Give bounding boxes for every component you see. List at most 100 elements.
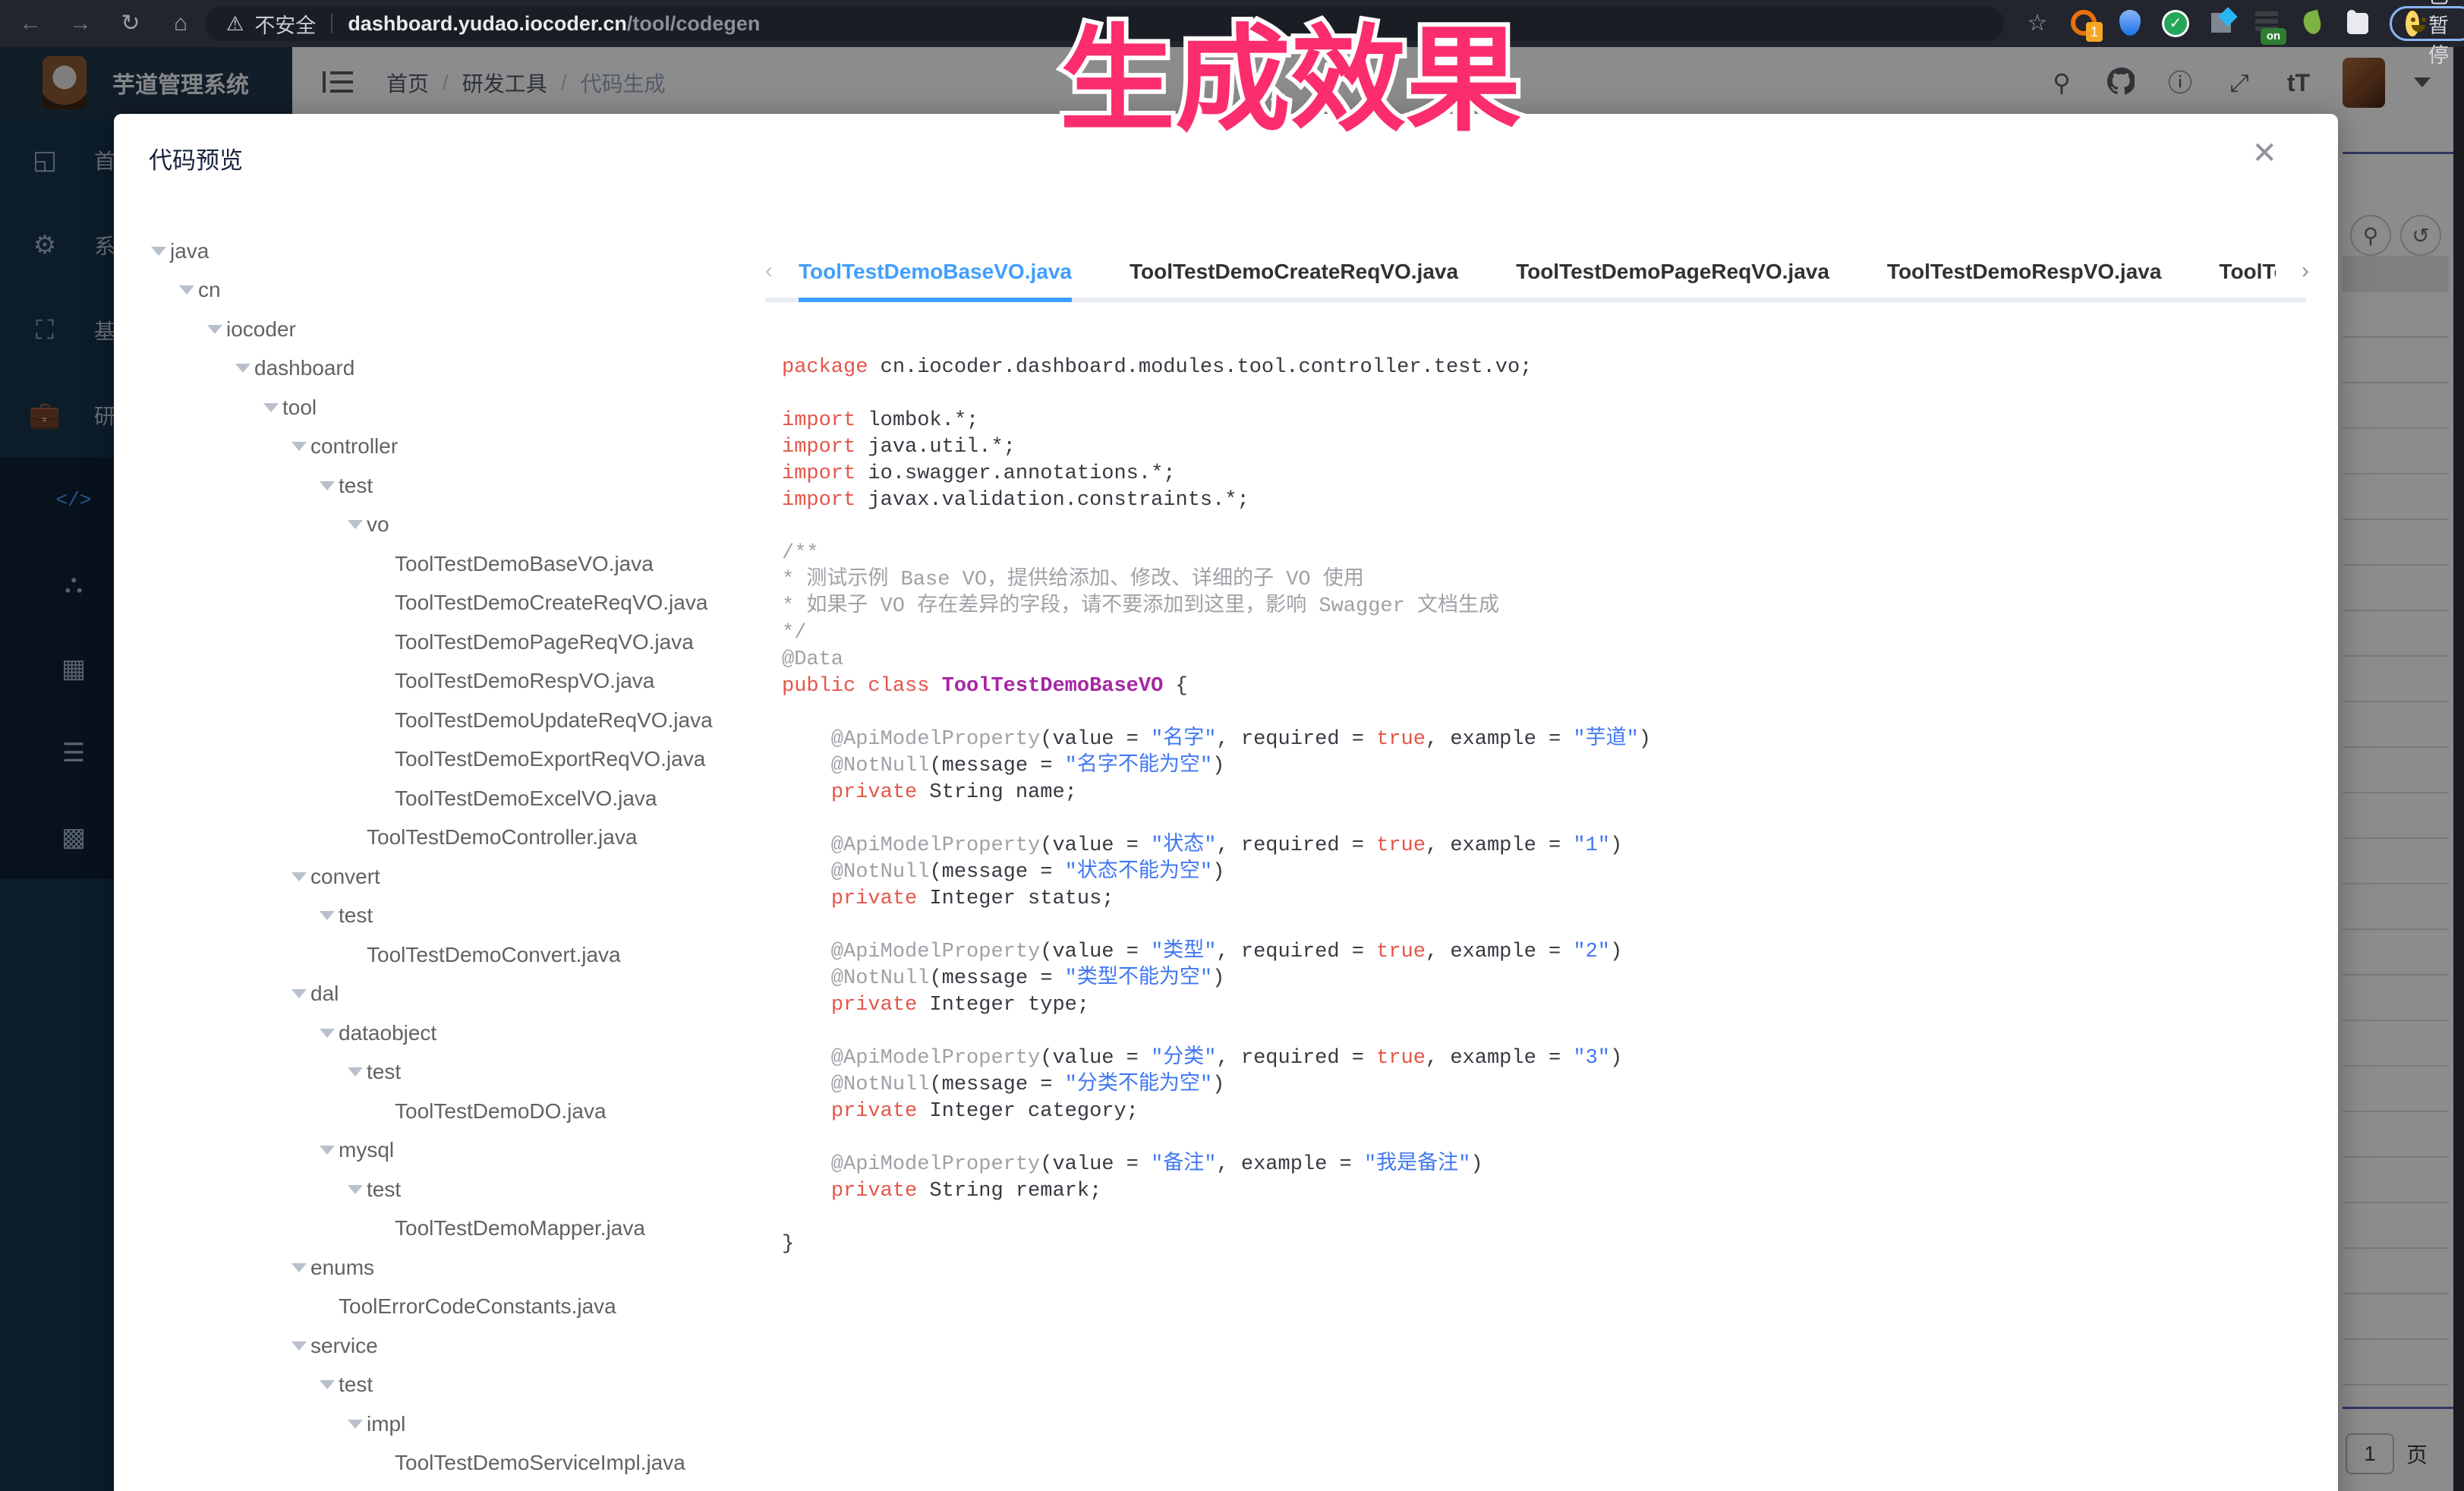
caret-down-icon[interactable] bbox=[232, 364, 254, 373]
tree-label: test bbox=[339, 1373, 373, 1397]
extension-orange-icon[interactable]: 1 bbox=[2071, 10, 2098, 37]
code-line: * 测试示例 Base VO，提供给添加、修改、详细的子 VO 使用 bbox=[782, 567, 2308, 594]
caret-down-icon[interactable] bbox=[260, 403, 282, 412]
tree-file[interactable]: ToolErrorCodeConstants.java bbox=[114, 1288, 767, 1327]
tree-folder[interactable]: vo bbox=[114, 506, 767, 545]
tree-file[interactable]: ToolTestDemoDO.java bbox=[114, 1092, 767, 1131]
caret-down-icon[interactable] bbox=[316, 481, 339, 490]
code-view[interactable]: package cn.iocoder.dashboard.modules.too… bbox=[782, 355, 2308, 1258]
back-icon[interactable]: ← bbox=[15, 8, 46, 39]
caret-down-icon[interactable] bbox=[316, 911, 339, 920]
tree-file[interactable]: ToolTestDemoBaseVO.java bbox=[114, 544, 767, 584]
tree-folder[interactable]: convert bbox=[114, 857, 767, 897]
extension-badge: 1 bbox=[2086, 22, 2103, 42]
forward-icon[interactable]: → bbox=[65, 8, 96, 39]
tree-folder[interactable]: impl bbox=[114, 1404, 767, 1444]
code-line: @ApiModelProperty(value = "类型", required… bbox=[782, 939, 2308, 966]
caret-down-icon[interactable] bbox=[147, 247, 170, 256]
caret-down-icon[interactable] bbox=[344, 1067, 367, 1076]
caret-down-icon[interactable] bbox=[175, 285, 198, 295]
extension-plant-icon[interactable] bbox=[2299, 10, 2326, 37]
caret-down-icon[interactable] bbox=[203, 325, 226, 334]
caret-down-icon[interactable] bbox=[288, 872, 310, 881]
extensions-puzzle-icon[interactable] bbox=[2344, 10, 2371, 37]
tree-label: ToolTestDemoController.java bbox=[367, 825, 637, 850]
tree-file[interactable]: ToolTestDemoRespVO.java bbox=[114, 662, 767, 701]
code-line: @ApiModelProperty(value = "备注", example … bbox=[782, 1152, 2308, 1178]
caret-down-icon[interactable] bbox=[316, 1380, 339, 1389]
tree-label: test bbox=[339, 903, 373, 928]
caret-down-icon[interactable] bbox=[288, 989, 310, 998]
code-line: @ApiModelProperty(value = "状态", required… bbox=[782, 833, 2308, 859]
tree-label: service bbox=[310, 1334, 378, 1358]
code-line: @ApiModelProperty(value = "分类", required… bbox=[782, 1045, 2308, 1072]
url-path[interactable]: /tool/codegen bbox=[627, 12, 761, 36]
tree-folder[interactable]: java bbox=[114, 232, 767, 271]
tree-folder[interactable]: cn bbox=[114, 271, 767, 310]
tab-ToolTestDemoPageReqVO.java[interactable]: ToolTestDemoPageReqVO.java bbox=[1516, 241, 1829, 302]
close-icon[interactable]: ✕ bbox=[2251, 138, 2277, 169]
home-icon[interactable]: ⌂ bbox=[165, 8, 196, 39]
active-tab-underline bbox=[799, 298, 1072, 302]
tree-folder[interactable]: tool bbox=[114, 388, 767, 427]
caret-down-icon[interactable] bbox=[344, 1420, 367, 1429]
tab-ToolTestDemoCreateReqVO.java[interactable]: ToolTestDemoCreateReqVO.java bbox=[1130, 241, 1458, 302]
caret-down-icon[interactable] bbox=[288, 1263, 310, 1272]
code-line: } bbox=[782, 1231, 2308, 1258]
tree-folder[interactable]: test bbox=[114, 897, 767, 936]
code-line: private String name; bbox=[782, 780, 2308, 806]
tree-folder[interactable]: iocoder bbox=[114, 310, 767, 349]
tree-file[interactable]: ToolTestDemoServiceImpl.java bbox=[114, 1444, 767, 1483]
tabs-scroll-left-icon[interactable]: ‹ bbox=[765, 258, 773, 284]
extension-list-on-icon[interactable]: on bbox=[2253, 10, 2280, 37]
code-line: private String remark; bbox=[782, 1178, 2308, 1205]
caret-down-icon[interactable] bbox=[316, 1146, 339, 1155]
code-line: private Integer category; bbox=[782, 1099, 2308, 1125]
file-tabs: ‹ › ToolTestDemoBaseVO.java ToolTestDemoC… bbox=[765, 241, 2306, 307]
tree-label: ToolTestDemoRespVO.java bbox=[395, 669, 654, 693]
tabs-scroll-right-icon[interactable]: › bbox=[2302, 258, 2309, 284]
tree-file[interactable]: ToolTestDemoPageReqVO.java bbox=[114, 623, 767, 662]
scrollbar[interactable] bbox=[2453, 47, 2464, 1491]
profile-paused-badge[interactable]: 已暂停 bbox=[2390, 6, 2464, 41]
tree-folder[interactable]: test bbox=[114, 1366, 767, 1405]
tree-label: test bbox=[367, 1060, 401, 1084]
security-label[interactable]: 不安全 bbox=[254, 9, 316, 39]
tab-ToolTestDemoUpdateReqVO.java[interactable]: ToolTestDemoUpdateReqVO.java bbox=[2219, 241, 2276, 302]
extension-diamond-icon[interactable] bbox=[2207, 10, 2235, 37]
tree-folder[interactable]: test bbox=[114, 466, 767, 506]
tree-file[interactable]: ToolTestDemoExcelVO.java bbox=[114, 779, 767, 818]
tab-ToolTestDemoBaseVO.java[interactable]: ToolTestDemoBaseVO.java bbox=[799, 241, 1072, 302]
tree-folder[interactable]: test bbox=[114, 1170, 767, 1209]
tree-folder[interactable]: dashboard bbox=[114, 349, 767, 389]
tree-folder[interactable]: dal bbox=[114, 975, 767, 1014]
tree-label: ToolTestDemoBaseVO.java bbox=[395, 552, 654, 576]
bookmark-star-icon[interactable]: ☆ bbox=[2022, 8, 2053, 39]
tree-label: ToolTestDemoMapper.java bbox=[395, 1216, 645, 1240]
tree-file[interactable]: ToolTestDemoExportReqVO.java bbox=[114, 740, 767, 780]
tree-folder[interactable]: service bbox=[114, 1326, 767, 1366]
tree-folder[interactable]: test bbox=[114, 1053, 767, 1092]
extension-blue-icon[interactable] bbox=[2116, 10, 2144, 37]
caret-down-icon[interactable] bbox=[344, 520, 367, 529]
url-host[interactable]: dashboard.yudao.iocoder.cn bbox=[348, 12, 627, 36]
caret-down-icon[interactable] bbox=[288, 1341, 310, 1351]
tree-file[interactable]: ToolTestDemoUpdateReqVO.java bbox=[114, 701, 767, 740]
tree-file[interactable]: ToolTestDemoCreateReqVO.java bbox=[114, 584, 767, 623]
caret-down-icon[interactable] bbox=[316, 1029, 339, 1038]
extension-green-check-icon[interactable]: ✓ bbox=[2162, 10, 2189, 37]
caret-down-icon[interactable] bbox=[288, 442, 310, 451]
tree-folder[interactable]: enums bbox=[114, 1248, 767, 1288]
tree-label: java bbox=[170, 239, 209, 263]
caret-down-icon[interactable] bbox=[344, 1185, 367, 1194]
code-line: public class ToolTestDemoBaseVO { bbox=[782, 673, 2308, 700]
reload-icon[interactable]: ↻ bbox=[115, 8, 146, 39]
tree-file[interactable]: ToolTestDemoConvert.java bbox=[114, 935, 767, 975]
tree-folder[interactable]: controller bbox=[114, 427, 767, 467]
code-line bbox=[782, 913, 2308, 939]
tab-ToolTestDemoRespVO.java[interactable]: ToolTestDemoRespVO.java bbox=[1887, 241, 2162, 302]
tree-file[interactable]: ToolTestDemoController.java bbox=[114, 818, 767, 858]
tree-folder[interactable]: dataobject bbox=[114, 1013, 767, 1053]
tree-file[interactable]: ToolTestDemoMapper.java bbox=[114, 1209, 767, 1249]
tree-folder[interactable]: mysql bbox=[114, 1131, 767, 1171]
